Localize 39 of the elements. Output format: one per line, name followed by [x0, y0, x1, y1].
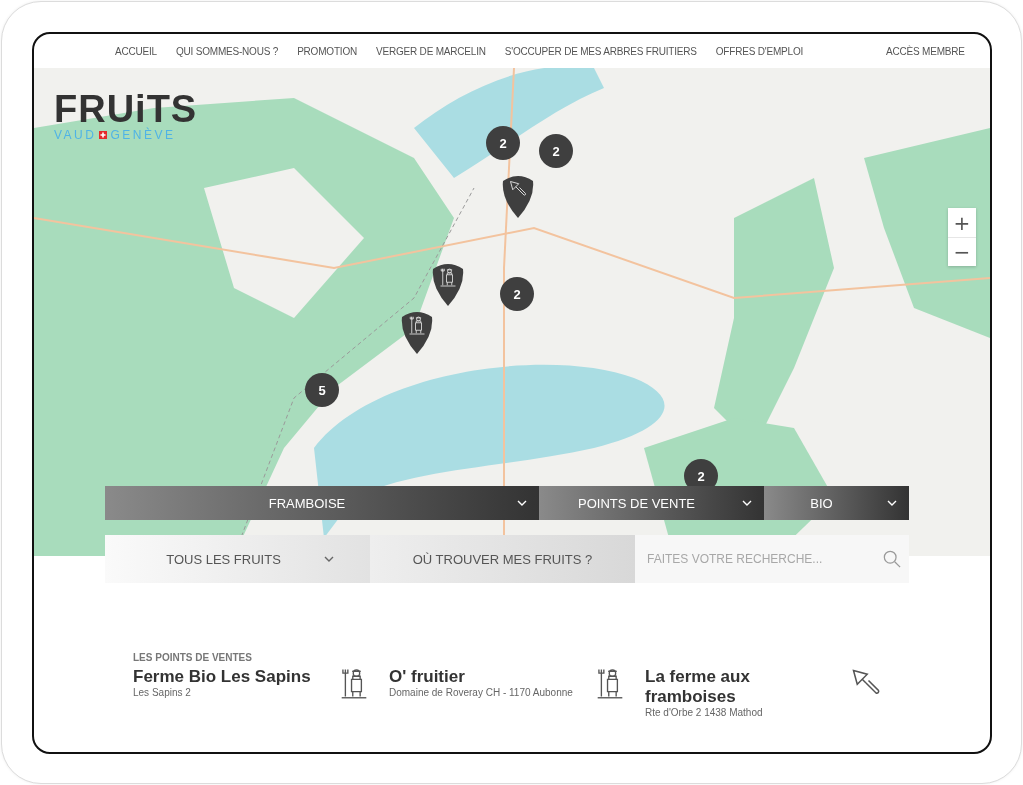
logo-region: GENÈVE	[110, 128, 176, 142]
filter-dropdown[interactable]: FRAMBOISE	[105, 486, 539, 520]
farmer-icon	[439, 267, 457, 287]
member-link[interactable]: ACCÈS MEMBRE	[886, 45, 965, 57]
caret-icon	[517, 500, 527, 506]
nav-link[interactable]: VERGER DE MARCELIN	[376, 45, 486, 57]
search-icon[interactable]	[883, 550, 901, 568]
farmer-icon	[408, 315, 426, 335]
farmer-icon	[595, 667, 625, 699]
zoom-in-button[interactable]: +	[948, 208, 976, 237]
nav-link[interactable]: OFFRES D'EMPLOI	[715, 45, 804, 57]
nav-link[interactable]: PROMOTION	[297, 45, 357, 57]
shop-name[interactable]: La ferme aux framboises	[645, 667, 845, 707]
trowel-icon	[509, 179, 527, 199]
logo-region: VAUD	[54, 128, 97, 142]
section-heading: LES POINTS DE VENTES	[133, 652, 253, 663]
filter-dropdown[interactable]: POINTS DE VENTE	[539, 486, 764, 520]
zoom-out-button[interactable]: −	[948, 237, 976, 266]
swiss-flag-icon	[99, 131, 108, 139]
nav-link[interactable]: ACCUEIL	[115, 45, 157, 57]
search-field[interactable]: FAITES VOTRE RECHERCHE...	[635, 535, 909, 583]
caret-icon	[742, 500, 752, 506]
nav-link[interactable]: QUI SOMMES-NOUS ?	[175, 45, 279, 57]
find-button[interactable]: OÙ TROUVER MES FRUITS ?	[370, 535, 635, 583]
filter-dropdown[interactable]: BIO	[764, 486, 909, 520]
farmer-icon	[339, 667, 369, 699]
shop-name[interactable]: Ferme Bio Les Sapins	[133, 667, 333, 687]
map-pin[interactable]	[400, 309, 434, 355]
map-pin[interactable]	[431, 261, 465, 307]
shop-address: Les Sapins 2	[133, 687, 192, 698]
logo-wordmark: FRUiTS	[54, 90, 198, 128]
caret-icon	[887, 500, 897, 506]
shop-address: Rte d'Orbe 2 1438 Mathod	[645, 707, 764, 718]
caret-icon	[324, 556, 334, 562]
nav-link[interactable]: S'OCCUPER DE MES ARBRES FRUITIERS	[504, 45, 697, 57]
fruit-dropdown[interactable]: TOUS LES FRUITS	[105, 535, 370, 583]
shop-name[interactable]: O' fruitier	[389, 667, 589, 687]
shop-address: Domaine de Roveray CH - 1170 Aubonne	[389, 687, 574, 698]
map-pin[interactable]	[501, 173, 535, 219]
